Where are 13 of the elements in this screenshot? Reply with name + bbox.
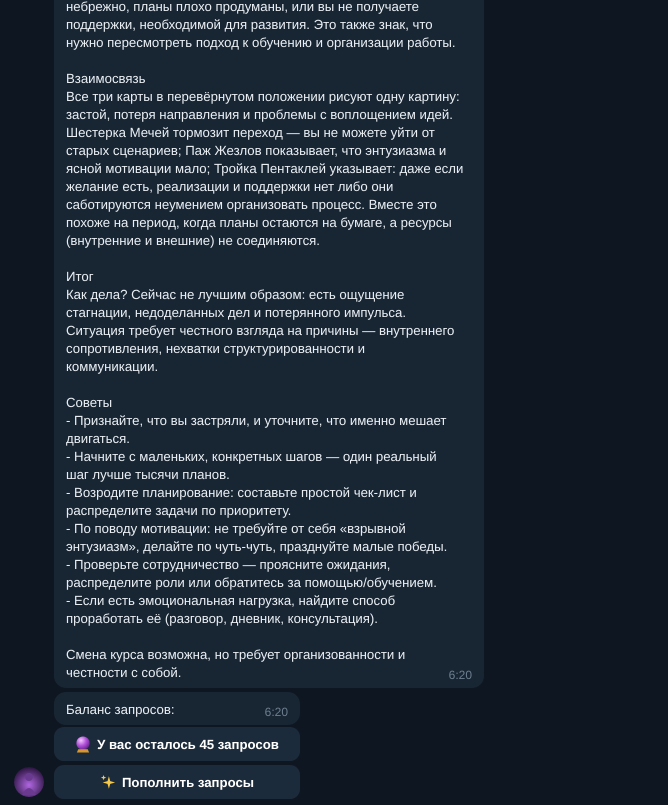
sparkles-icon [100,774,116,790]
message-text: Смена курса возможна, но требует организованности и честности с собой. [66,646,406,682]
message-text: Взаимосвязь Все три карты в перевёрнутом положении рисуют одну картину: застой, потеря направления и проблемы с воплощением идей. Шестерка Мечей тормозит переход — вы не можете уйти от старых сценариев; Паж Жезлов показывает, что энтузиазма и ясной мотивации мало; Тройка Пентаклей указывает: даже если желание есть, реализации и поддержки нет либо они саботируются неумением организовать процесс. Вместе это похоже на период, когда планы остаются на бумаге, а ресурсы (внутренние и внешние) не соединяются. [66,70,464,250]
message-text: Итог Как дела? Сейчас не лучшим образом: есть ощущение стагнации, недоделанных дел и потерянного импульса. Ситуация требует честного взгляда на причины — внутреннего сопротивления, нехватки структурированности и коммуникации. [66,268,456,376]
message-text: Советы - Признайте, что вы застряли, и уточните, что именно мешает двигаться. - Начните с маленьких, конкретных шагов — один реальный шаг лучше тысячи планов. - Возродите планирование: составьте простой чек-лист и распределите задачи по приоритету. - По поводу мотивации: не требуйте от себя «взрывной энтузиазм», делайте по чуть-чуть, празднуйте малые победы. - Проверьте сотрудничество — проясните ожидания, распределите роли или обратитесь за помощью/обучением. - Если есть эмоциональная нагрузка, найдите способ проработать её (разговор, дневник, консультация). [66,394,448,628]
message-time: 6:20 [448,668,472,682]
message-text: небрежно, планы плохо продуманы, или вы не получаете поддержки, необходимой для развития. Это также знак, что нужно пересмотреть подход к обучению и организации работы. [66,0,457,52]
inline-button[interactable]: У вас осталось 45 запросов [54,727,300,761]
avatar [14,767,44,797]
inline-button[interactable]: Пополнить запросы [54,765,300,799]
message-time: 6:20 [264,705,288,719]
crystal-ball-icon [75,736,92,752]
message-text: Баланс запросов: [66,701,174,719]
